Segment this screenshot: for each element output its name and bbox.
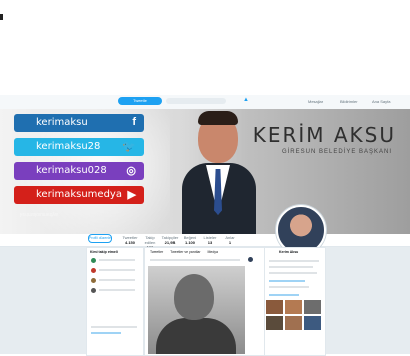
- tweet-author-avatar[interactable]: [248, 257, 253, 262]
- media-thumb-3[interactable]: [304, 300, 321, 314]
- twitter-bird-icon[interactable]: ▲: [243, 97, 249, 103]
- suggest-avatar-1[interactable]: [91, 258, 96, 263]
- cover-name: KERİM AKSU: [252, 123, 396, 147]
- feed-tabs: Tweetler Tweetler ve yanıtlar Medya: [150, 250, 224, 254]
- facebook-link[interactable]: kerimaksu f: [14, 114, 144, 132]
- profile-name: Kerim Aksu: [279, 250, 299, 254]
- corner-mark: [0, 14, 3, 20]
- nav-messages[interactable]: Mesajlar: [308, 99, 323, 104]
- stat-moments[interactable]: Anlar 1: [220, 235, 240, 245]
- stat-lists[interactable]: Listeler 13: [200, 235, 220, 245]
- twitter-label: kerimaksu28: [36, 141, 101, 152]
- stat-tweets[interactable]: Tweetler 4.150: [120, 235, 140, 245]
- stat-followers[interactable]: Takipçiler 21,9B: [160, 235, 180, 245]
- facebook-icon: f: [132, 116, 136, 128]
- instagram-icon: ◎: [126, 165, 136, 177]
- suggest-avatar-3[interactable]: [91, 278, 96, 283]
- youtube-link[interactable]: kerimaksumedya ▶: [14, 186, 144, 204]
- twitter-topbar: Ana Sayfa Bildirimler Mesajlar ▲ Tweetle: [0, 95, 410, 110]
- suggest-avatar-2[interactable]: [91, 268, 96, 273]
- cover-title: GİRESUN BELEDİYE BAŞKANI: [281, 149, 392, 155]
- search-input[interactable]: [166, 98, 226, 104]
- instagram-link[interactable]: kerimaksu028 ◎: [14, 162, 144, 180]
- nav-home[interactable]: Ana Sayfa: [372, 99, 390, 104]
- youtube-label: kerimaksumedya: [36, 189, 122, 200]
- media-thumb-1[interactable]: [266, 300, 283, 314]
- twitter-link[interactable]: kerimaksu28 🐦: [14, 138, 144, 156]
- media-thumb-6[interactable]: [304, 316, 321, 330]
- tweet-photo[interactable]: [148, 266, 245, 354]
- youtube-reflection: kerimaksumedya: [20, 211, 58, 217]
- twitter-icon: 🐦: [122, 141, 136, 153]
- tweet-button[interactable]: Tweetle: [118, 97, 162, 105]
- tab-tweets[interactable]: Tweetler: [150, 250, 163, 254]
- stat-likes[interactable]: Beğeni 1.100: [180, 235, 200, 245]
- who-to-follow-card: Kimi takip etmeli: [86, 247, 144, 356]
- tab-media[interactable]: Medya: [208, 250, 219, 254]
- suggest-avatar-4[interactable]: [91, 288, 96, 293]
- profile-cover: kerimaksu f kerimaksu28 🐦 kerimaksu028 ◎…: [0, 109, 410, 234]
- who-to-follow-title: Kimi takip etmeli: [90, 250, 118, 254]
- media-thumb-4[interactable]: [266, 316, 283, 330]
- nav-notifications[interactable]: Bildirimler: [340, 99, 358, 104]
- media-thumb-5[interactable]: [285, 316, 302, 330]
- cover-portrait: [176, 111, 262, 234]
- profile-stats-bar: Tweetler4.150 Takip edilen120 Takipçiler…: [0, 234, 410, 250]
- edit-profile-button[interactable]: Profili düzenle: [88, 234, 112, 243]
- instagram-label: kerimaksu028: [36, 165, 107, 176]
- tab-tweets-replies[interactable]: Tweetler ve yanıtlar: [170, 250, 200, 254]
- facebook-label: kerimaksu: [36, 117, 88, 128]
- youtube-icon: ▶: [127, 189, 136, 201]
- media-thumb-2[interactable]: [285, 300, 302, 314]
